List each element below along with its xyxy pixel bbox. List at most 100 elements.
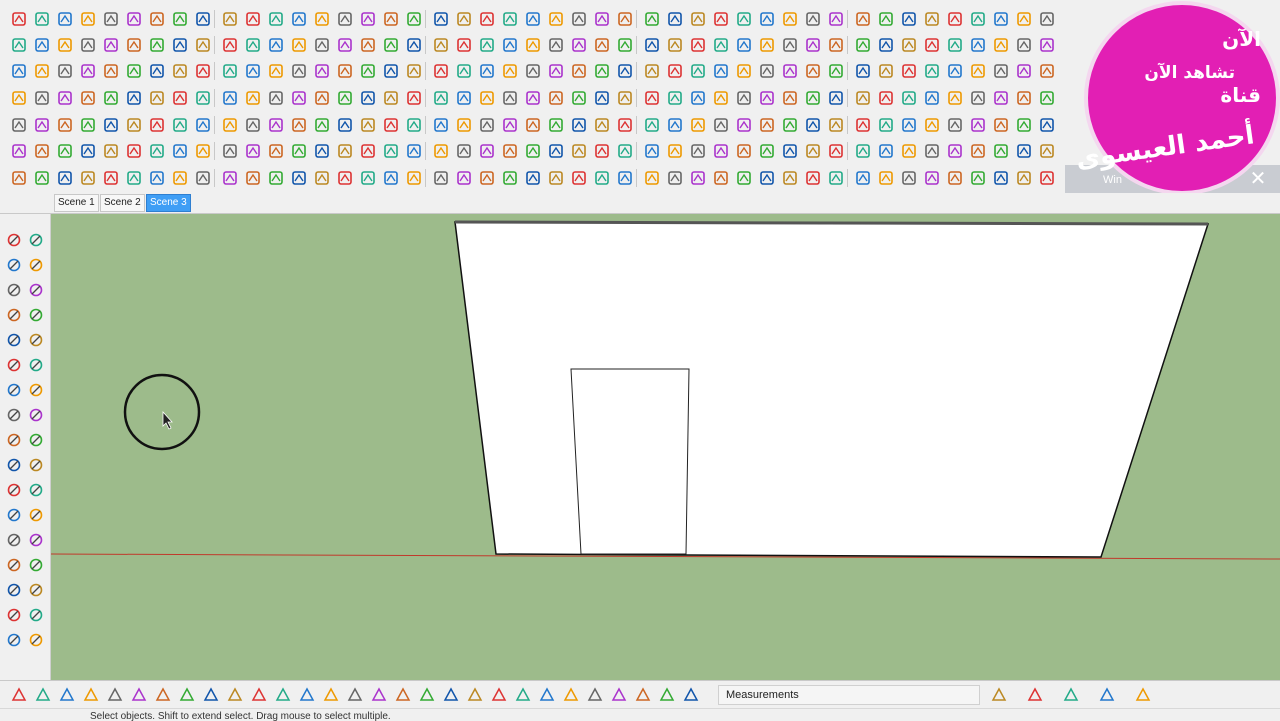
undo-icon[interactable]: [336, 142, 354, 160]
undo-icon[interactable]: [267, 62, 285, 80]
zoom-icon[interactable]: [466, 686, 484, 704]
eraser-icon[interactable]: [336, 62, 354, 80]
paint-bucket-icon[interactable]: [658, 686, 676, 704]
dimension-icon[interactable]: [28, 457, 44, 473]
select-icon[interactable]: [804, 62, 822, 80]
eraser-icon[interactable]: [804, 169, 822, 187]
help-icon[interactable]: [244, 142, 262, 160]
zoom-extents-icon[interactable]: [946, 116, 964, 134]
shadow-icon[interactable]: [946, 36, 964, 54]
redo-icon[interactable]: [923, 142, 941, 160]
line-icon[interactable]: [593, 116, 611, 134]
circle-icon[interactable]: [178, 686, 196, 704]
section-icon[interactable]: [923, 36, 941, 54]
zoom-extents-icon[interactable]: [781, 142, 799, 160]
move-icon[interactable]: [79, 36, 97, 54]
tab-scene-1[interactable]: Scene 1: [54, 194, 99, 212]
axes-icon[interactable]: [221, 36, 239, 54]
pan-icon[interactable]: [666, 62, 684, 80]
circle-icon[interactable]: [313, 169, 331, 187]
rotate-icon[interactable]: [735, 116, 753, 134]
polygon-icon[interactable]: [28, 332, 44, 348]
circle-icon[interactable]: [171, 10, 189, 28]
tape-measure-icon[interactable]: [244, 116, 262, 134]
undo-icon[interactable]: [666, 89, 684, 107]
circle-icon[interactable]: [643, 116, 661, 134]
arc-icon[interactable]: [666, 116, 684, 134]
eraser-icon[interactable]: [735, 89, 753, 107]
redo-icon[interactable]: [1015, 36, 1033, 54]
undo-icon[interactable]: [432, 36, 450, 54]
tape-measure-icon[interactable]: [478, 169, 496, 187]
select-icon[interactable]: [712, 169, 730, 187]
axes-icon[interactable]: [382, 10, 400, 28]
text-icon[interactable]: [102, 142, 120, 160]
undo-icon[interactable]: [102, 89, 120, 107]
rotate-icon[interactable]: [10, 142, 28, 160]
text-icon[interactable]: [28, 482, 44, 498]
zoom-icon[interactable]: [125, 62, 143, 80]
orbit-icon[interactable]: [547, 169, 565, 187]
redo-icon[interactable]: [616, 10, 634, 28]
undo-icon[interactable]: [827, 62, 845, 80]
eraser-icon[interactable]: [682, 686, 700, 704]
scale-icon[interactable]: [194, 116, 212, 134]
circle-icon[interactable]: [1038, 142, 1056, 160]
move-icon[interactable]: [244, 10, 262, 28]
paint-bucket-icon[interactable]: [547, 116, 565, 134]
arc-icon[interactable]: [102, 116, 120, 134]
arc-icon[interactable]: [827, 89, 845, 107]
redo-icon[interactable]: [56, 10, 74, 28]
zoom-window-icon[interactable]: [28, 557, 44, 573]
help-icon[interactable]: [79, 169, 97, 187]
zoom-icon[interactable]: [194, 142, 212, 160]
eraser-icon[interactable]: [969, 142, 987, 160]
scale-icon[interactable]: [689, 36, 707, 54]
line-icon[interactable]: [827, 169, 845, 187]
rectangle-icon[interactable]: [616, 116, 634, 134]
undo-icon[interactable]: [992, 36, 1010, 54]
circle-icon[interactable]: [1062, 686, 1080, 704]
circle-icon[interactable]: [877, 169, 895, 187]
section-icon[interactable]: [33, 89, 51, 107]
rotate-icon[interactable]: [900, 89, 918, 107]
arc-icon[interactable]: [336, 169, 354, 187]
rectangle-icon[interactable]: [56, 116, 74, 134]
help-icon[interactable]: [336, 36, 354, 54]
scale-icon[interactable]: [854, 10, 872, 28]
text-icon[interactable]: [666, 142, 684, 160]
shadow-icon[interactable]: [854, 142, 872, 160]
text-icon[interactable]: [593, 62, 611, 80]
section-icon[interactable]: [359, 36, 377, 54]
paint-bucket-icon[interactable]: [82, 686, 100, 704]
line-icon[interactable]: [689, 10, 707, 28]
text-icon[interactable]: [194, 36, 212, 54]
line-icon[interactable]: [432, 142, 450, 160]
circle-icon[interactable]: [570, 36, 588, 54]
tape-measure-icon[interactable]: [735, 36, 753, 54]
tab-scene-3[interactable]: Scene 3: [146, 194, 191, 212]
zoom-icon[interactable]: [524, 89, 542, 107]
shadow-icon[interactable]: [221, 62, 239, 80]
line-icon[interactable]: [33, 116, 51, 134]
select-icon[interactable]: [244, 62, 262, 80]
zoom-extents-icon[interactable]: [221, 142, 239, 160]
circle-icon[interactable]: [969, 62, 987, 80]
axes-icon[interactable]: [946, 10, 964, 28]
help-icon[interactable]: [804, 142, 822, 160]
previous-view-icon[interactable]: [28, 582, 44, 598]
arc-icon[interactable]: [992, 62, 1010, 80]
paint-bucket-icon[interactable]: [877, 62, 895, 80]
zoom-icon[interactable]: [923, 116, 941, 134]
help-icon[interactable]: [735, 62, 753, 80]
offset-icon[interactable]: [28, 432, 44, 448]
section-icon[interactable]: [758, 62, 776, 80]
help-icon[interactable]: [969, 116, 987, 134]
push-pull-icon[interactable]: [226, 686, 244, 704]
orbit-icon[interactable]: [148, 142, 166, 160]
eraser-icon[interactable]: [10, 116, 28, 134]
push-pull-icon[interactable]: [689, 116, 707, 134]
text-icon[interactable]: [758, 36, 776, 54]
offset-icon[interactable]: [712, 36, 730, 54]
move-icon[interactable]: [877, 89, 895, 107]
